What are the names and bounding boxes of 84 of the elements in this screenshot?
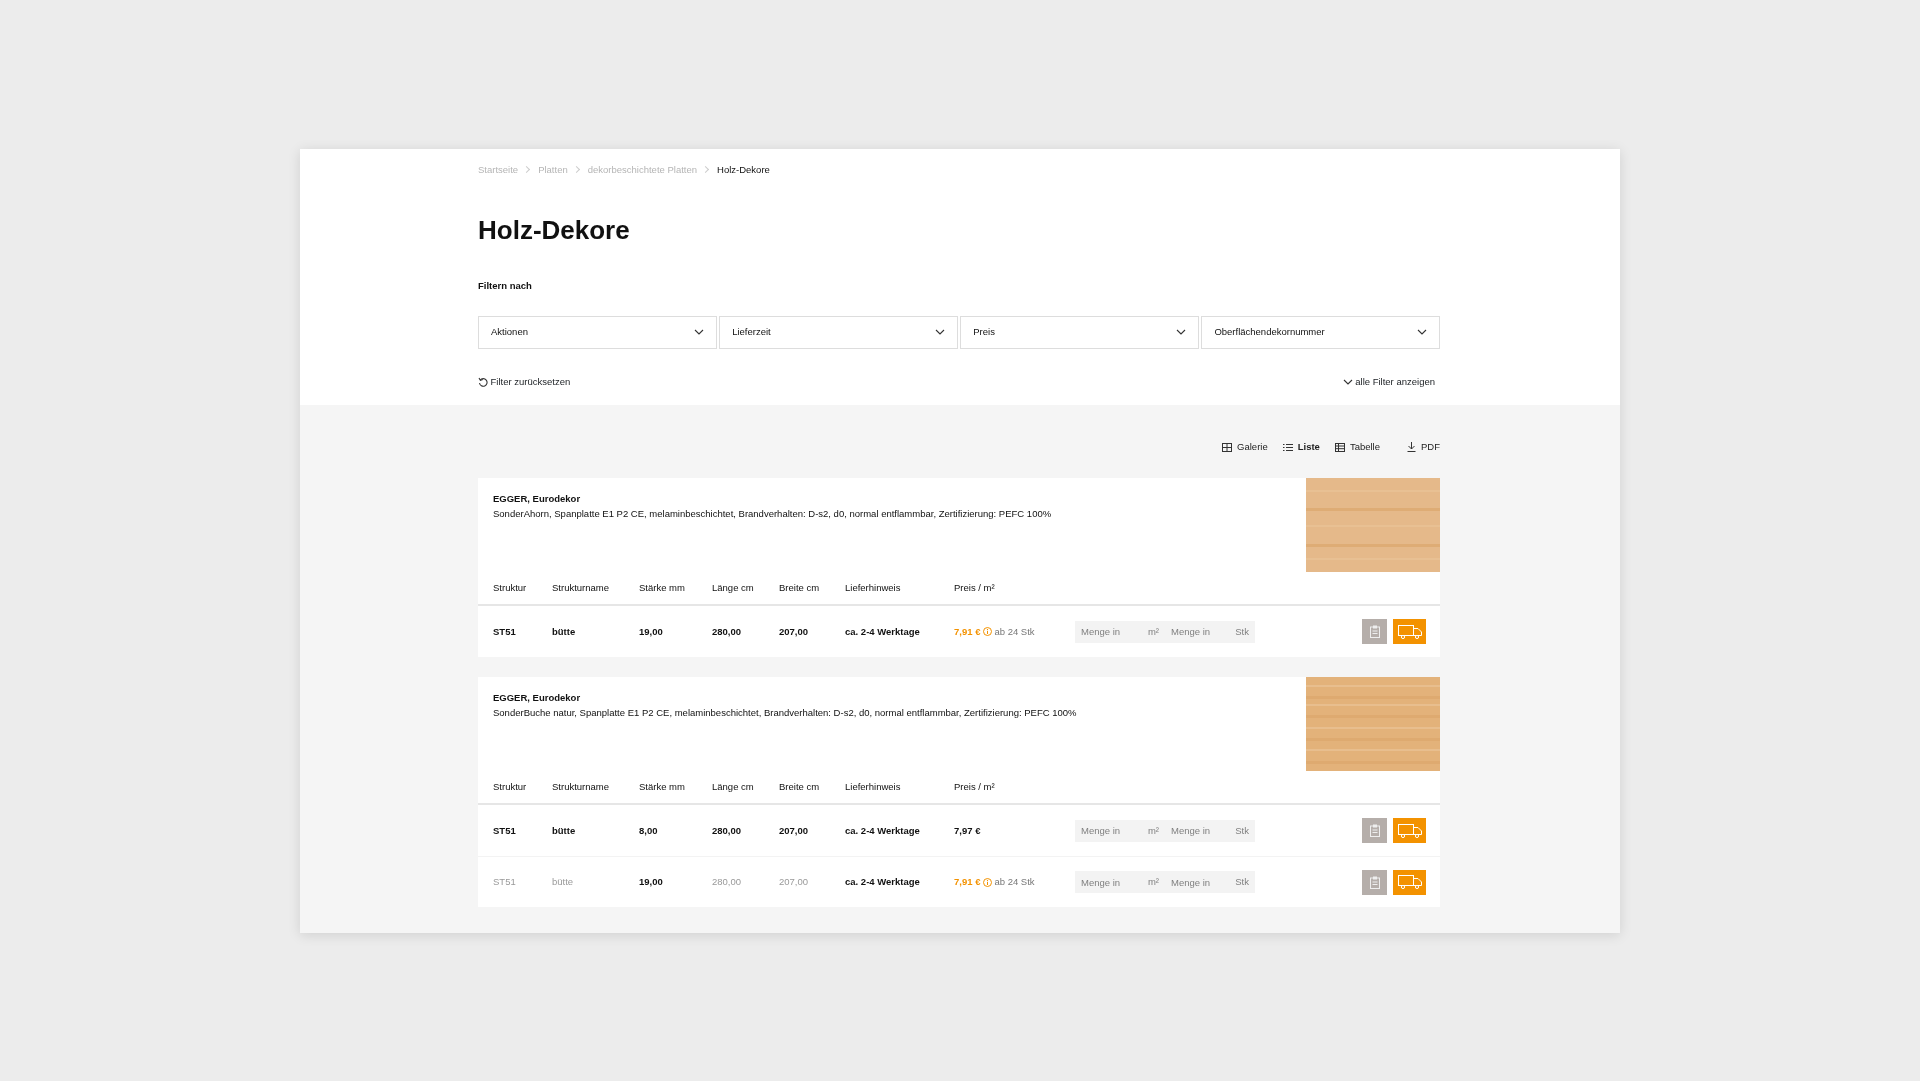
reset-filter-link[interactable]: Filter zurücksetzen xyxy=(478,374,571,389)
table-cell-text: 8,00 xyxy=(639,823,659,838)
info-icon xyxy=(982,877,992,887)
unit-label: m² xyxy=(1147,876,1159,889)
clipboard-icon xyxy=(1369,625,1380,639)
chevron-down-icon xyxy=(693,328,704,336)
product-description: SonderAhorn, Spanplatte E1 P2 CE, melaminbeschichtet, Brandverhalten: D-s2, d0, normal entflammbar, Zertifizierung: PEFC 100% xyxy=(493,506,1052,521)
table-cell-text: bütte xyxy=(552,624,577,639)
filter-dropdown[interactable]: Lieferzeit xyxy=(719,315,958,349)
table-cell-text: bütte xyxy=(552,823,577,838)
column-header: Preis / m² xyxy=(954,780,996,795)
clipboard-button[interactable] xyxy=(1362,869,1387,895)
table-cell-text: ST51 xyxy=(493,823,517,838)
chevron-down-icon xyxy=(1417,328,1427,336)
chevron-down-icon xyxy=(934,328,945,336)
truck-icon xyxy=(1397,624,1422,639)
table-cell-text: 19,00 xyxy=(639,875,664,890)
table-cell-text: 207,00 xyxy=(779,823,810,838)
product-brand: EGGER, Eurodekor xyxy=(493,691,582,706)
price-value: 7,91 € xyxy=(954,875,981,890)
price-value: 7,97 € xyxy=(954,823,981,838)
column-header: Stärke mm xyxy=(639,581,686,596)
table-cell-text: ST51 xyxy=(493,875,517,890)
unit-label: Stk xyxy=(1235,824,1249,837)
truck-icon xyxy=(1397,875,1422,890)
column-header: Struktur xyxy=(493,780,528,795)
price-value: 7,91 € xyxy=(954,624,981,639)
breadcrumb-link[interactable]: Holz-Dekore xyxy=(717,163,770,178)
column-header: Struktur xyxy=(493,581,528,596)
unit-label: Stk xyxy=(1235,625,1249,638)
column-header: Länge cm xyxy=(712,780,755,795)
show-all-filters-link[interactable]: alle Filter anzeigen xyxy=(1342,374,1435,389)
delivery-button[interactable] xyxy=(1393,869,1426,895)
clipboard-icon xyxy=(1369,824,1380,838)
column-header: Breite cm xyxy=(779,780,821,795)
table-cell-text: 19,00 xyxy=(639,624,664,639)
filter-dropdown[interactable]: Preis xyxy=(960,315,1199,349)
table-cell-text: ca. 2-4 Werktage xyxy=(845,823,921,838)
unit-label: Stk xyxy=(1235,876,1249,889)
view-tab[interactable]: Galerie xyxy=(1222,440,1268,455)
view-tab[interactable]: Liste xyxy=(1282,440,1320,455)
table-icon xyxy=(1334,442,1345,452)
price-note: ab 24 Stk xyxy=(994,875,1035,890)
info-icon xyxy=(982,627,992,637)
reset-icon xyxy=(478,376,488,387)
column-header: Lieferhinweis xyxy=(845,581,902,596)
table-cell-text: 207,00 xyxy=(779,875,810,890)
page-title: Holz-Dekore xyxy=(478,217,631,244)
delivery-button[interactable] xyxy=(1393,818,1426,844)
unit-label: m² xyxy=(1147,625,1159,638)
column-header: Stärke mm xyxy=(639,780,686,795)
chevron-down-icon xyxy=(1342,377,1353,386)
download-icon xyxy=(1407,442,1416,453)
filter-dropdown[interactable]: Oberflächendekornummer xyxy=(1201,315,1440,349)
column-header: Strukturname xyxy=(552,780,611,795)
table-cell-text: ca. 2-4 Werktage xyxy=(845,875,921,890)
table-cell-text: ST51 xyxy=(493,624,517,639)
table-cell-text: bütte xyxy=(552,875,575,890)
table-cell-text: 280,00 xyxy=(712,875,743,890)
table-cell-text: 280,00 xyxy=(712,823,743,838)
product-brand: EGGER, Eurodekor xyxy=(493,492,582,507)
chevron-down-icon xyxy=(1175,328,1186,336)
clipboard-icon xyxy=(1369,875,1380,889)
table-cell-text: 207,00 xyxy=(779,624,810,639)
view-tab[interactable]: Tabelle xyxy=(1334,440,1380,455)
price-note: ab 24 Stk xyxy=(994,624,1035,639)
grid-icon xyxy=(1222,442,1233,452)
column-header: Länge cm xyxy=(712,581,755,596)
pdf-download-button[interactable]: PDF xyxy=(1407,440,1440,455)
clipboard-button[interactable] xyxy=(1362,818,1387,844)
filter-heading: Filtern nach xyxy=(478,279,533,294)
filter-dropdown[interactable]: Aktionen xyxy=(478,315,717,349)
product-description: SonderBuche natur, Spanplatte E1 P2 CE, melaminbeschichtet, Brandverhalten: D-s2, d0, normal entflammbar, Zertifizierung: PEFC 100% xyxy=(493,705,1077,720)
column-header: Lieferhinweis xyxy=(845,780,902,795)
list-icon xyxy=(1282,442,1293,452)
truck-icon xyxy=(1397,823,1422,838)
unit-label: m² xyxy=(1147,824,1159,837)
column-header: Preis / m² xyxy=(954,581,996,596)
column-header: Breite cm xyxy=(779,581,821,596)
table-cell-text: 280,00 xyxy=(712,624,743,639)
table-cell-text: ca. 2-4 Werktage xyxy=(845,624,921,639)
delivery-button[interactable] xyxy=(1393,619,1426,645)
column-header: Strukturname xyxy=(552,581,611,596)
clipboard-button[interactable] xyxy=(1362,619,1387,645)
